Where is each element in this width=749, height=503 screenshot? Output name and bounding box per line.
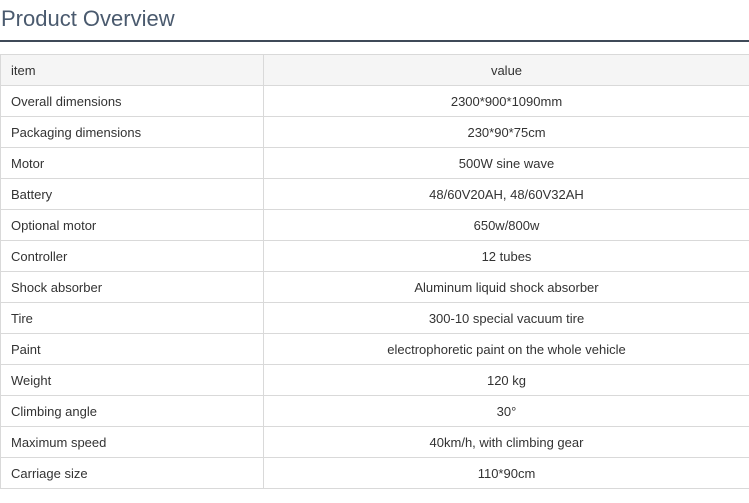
row-item: Packaging dimensions [0, 116, 264, 148]
header-value: value [263, 54, 749, 86]
table-row: Tire 300-10 special vacuum tire [0, 302, 749, 334]
row-value: 40km/h, with climbing gear [263, 426, 749, 458]
table-row: Weight 120 kg [0, 364, 749, 396]
page-title: Product Overview [0, 0, 749, 42]
table-row: Packaging dimensions 230*90*75cm [0, 116, 749, 148]
table-row: Controller 12 tubes [0, 240, 749, 272]
row-value: 230*90*75cm [263, 116, 749, 148]
table-row: Carriage size 110*90cm [0, 457, 749, 489]
row-value: 2300*900*1090mm [263, 85, 749, 117]
row-value: 300-10 special vacuum tire [263, 302, 749, 334]
header-item: item [0, 54, 264, 86]
row-item: Climbing angle [0, 395, 264, 427]
row-item: Overall dimensions [0, 85, 264, 117]
row-value: 650w/800w [263, 209, 749, 241]
row-item: Carriage size [0, 457, 264, 489]
table-row: Motor 500W sine wave [0, 147, 749, 179]
row-value: 120 kg [263, 364, 749, 396]
row-item: Optional motor [0, 209, 264, 241]
row-value: 30° [263, 395, 749, 427]
row-item: Weight [0, 364, 264, 396]
row-item: Controller [0, 240, 264, 272]
table-row: Battery 48/60V20AH, 48/60V32AH [0, 178, 749, 210]
row-item: Paint [0, 333, 264, 365]
row-value: 12 tubes [263, 240, 749, 272]
table-row: Maximum speed 40km/h, with climbing gear [0, 426, 749, 458]
table-header-row: item value [0, 54, 749, 86]
row-item: Maximum speed [0, 426, 264, 458]
row-value: 110*90cm [263, 457, 749, 489]
table-row: Overall dimensions 2300*900*1090mm [0, 85, 749, 117]
row-value: 48/60V20AH, 48/60V32AH [263, 178, 749, 210]
row-value: 500W sine wave [263, 147, 749, 179]
table-row: Optional motor 650w/800w [0, 209, 749, 241]
row-item: Motor [0, 147, 264, 179]
table-row: Climbing angle 30° [0, 395, 749, 427]
table-row: Shock absorber Aluminum liquid shock abs… [0, 271, 749, 303]
row-value: Aluminum liquid shock absorber [263, 271, 749, 303]
row-item: Battery [0, 178, 264, 210]
row-value: electrophoretic paint on the whole vehic… [263, 333, 749, 365]
spec-table: item value Overall dimensions 2300*900*1… [0, 54, 749, 489]
table-row: Paint electrophoretic paint on the whole… [0, 333, 749, 365]
row-item: Shock absorber [0, 271, 264, 303]
row-item: Tire [0, 302, 264, 334]
